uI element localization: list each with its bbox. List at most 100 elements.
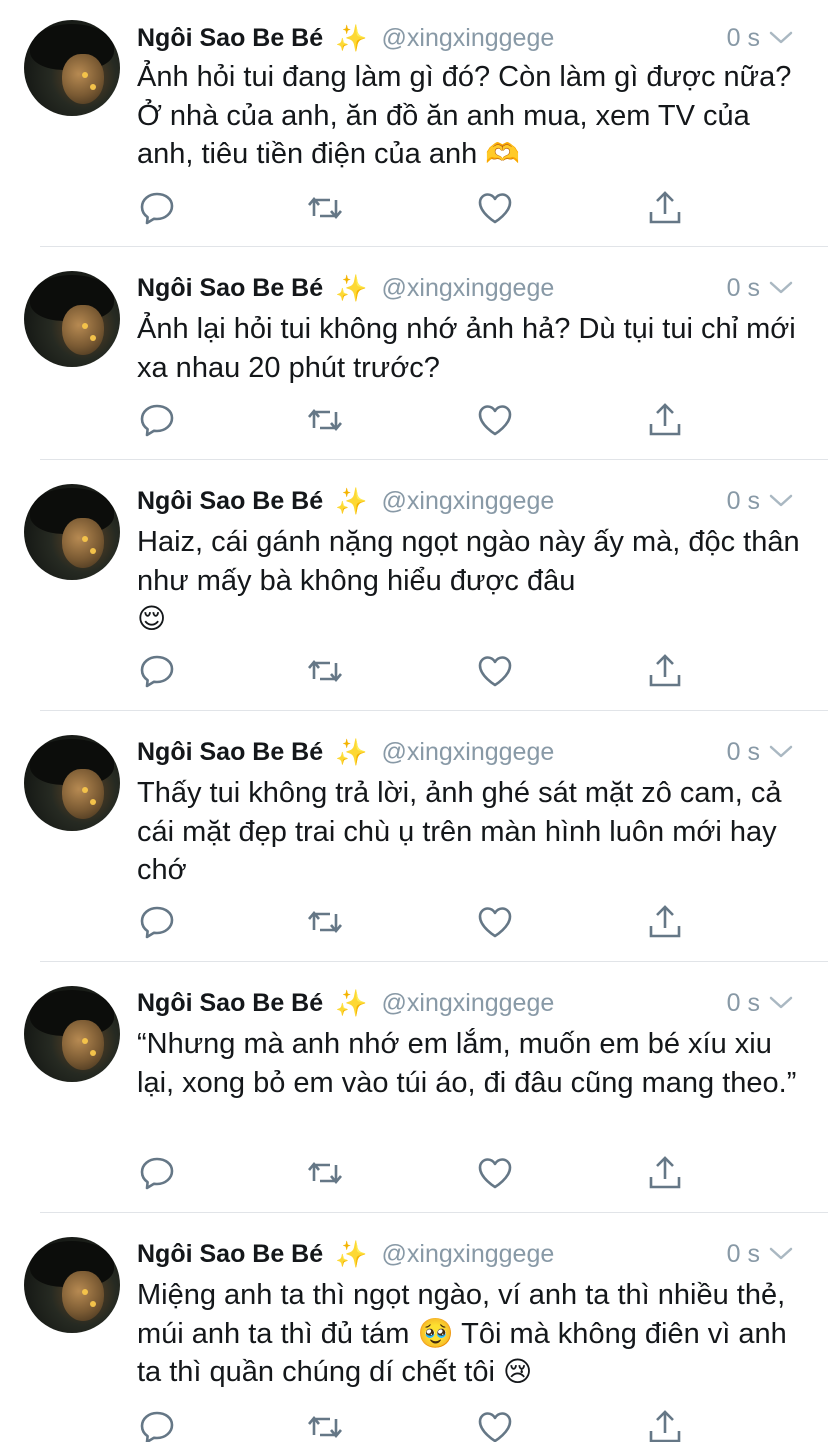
retweet-button[interactable] xyxy=(305,902,345,942)
crying-face-emoji: 😢 xyxy=(503,1356,533,1387)
share-icon xyxy=(649,1156,681,1189)
share-button[interactable] xyxy=(645,1407,685,1442)
retweet-button[interactable] xyxy=(305,188,345,228)
avatar[interactable] xyxy=(24,271,120,367)
tweet-text-container: Thấy tui không trả lời, ảnh ghé sát mặt … xyxy=(137,774,806,890)
reply-icon xyxy=(140,655,174,688)
tweet-text: Ảnh lại hỏi tui không nhớ ảnh hả? Dù tụi… xyxy=(137,313,796,384)
reply-button[interactable] xyxy=(137,1407,177,1442)
retweet-button[interactable] xyxy=(305,1407,345,1442)
retweet-button[interactable] xyxy=(305,651,345,691)
sparkle-emoji: ✨ xyxy=(335,736,368,767)
chevron-down-icon[interactable] xyxy=(768,276,794,298)
tweet[interactable]: Ngôi Sao Be Bé ✨ @xingxinggege 0 s Ảnh h… xyxy=(0,0,828,246)
reply-button[interactable] xyxy=(137,188,177,228)
share-icon xyxy=(649,905,681,938)
user-handle[interactable]: @xingxinggege xyxy=(382,989,555,1018)
heart-icon xyxy=(478,193,512,224)
like-button[interactable] xyxy=(475,1153,515,1193)
user-handle[interactable]: @xingxinggege xyxy=(382,274,555,303)
timestamp: 0 s xyxy=(726,273,760,302)
chevron-down-icon[interactable] xyxy=(768,26,794,48)
heart-icon xyxy=(478,1412,512,1442)
sparkle-emoji: ✨ xyxy=(335,22,368,53)
display-name[interactable]: Ngôi Sao Be Bé xyxy=(137,24,323,53)
retweet-icon xyxy=(308,1161,342,1185)
like-button[interactable] xyxy=(475,651,515,691)
chevron-down-icon[interactable] xyxy=(768,1242,794,1264)
reply-icon xyxy=(140,1411,174,1442)
retweet-button[interactable] xyxy=(305,400,345,440)
user-handle[interactable]: @xingxinggege xyxy=(382,1240,555,1269)
share-button[interactable] xyxy=(645,188,685,228)
display-name[interactable]: Ngôi Sao Be Bé xyxy=(137,274,323,303)
tweet-text: “Nhưng mà anh nhớ em lắm, muốn em bé xíu… xyxy=(137,1028,797,1099)
avatar[interactable] xyxy=(24,20,120,116)
tweet-actions xyxy=(137,902,697,942)
reply-button[interactable] xyxy=(137,902,177,942)
chevron-down-icon[interactable] xyxy=(768,740,794,762)
tweet-feed: Ngôi Sao Be Bé ✨ @xingxinggege 0 s Ảnh h… xyxy=(0,0,828,1442)
timestamp: 0 s xyxy=(726,486,760,515)
sparkle-emoji: ✨ xyxy=(335,1238,368,1269)
display-name[interactable]: Ngôi Sao Be Bé xyxy=(137,989,323,1018)
timestamp: 0 s xyxy=(726,1239,760,1268)
tweet[interactable]: Ngôi Sao Be Bé ✨ @xingxinggege 0 s Thấy … xyxy=(0,711,828,961)
timestamp: 0 s xyxy=(726,737,760,766)
tweet-text-container: “Nhưng mà anh nhớ em lắm, muốn em bé xíu… xyxy=(137,1025,806,1102)
retweet-button[interactable] xyxy=(305,1153,345,1193)
heart-icon xyxy=(478,656,512,687)
tweet[interactable]: Ngôi Sao Be Bé ✨ @xingxinggege 0 s Miệng… xyxy=(0,1213,828,1442)
user-handle[interactable]: @xingxinggege xyxy=(382,24,555,53)
sparkle-emoji: ✨ xyxy=(335,272,368,303)
chevron-down-icon[interactable] xyxy=(768,489,794,511)
user-handle[interactable]: @xingxinggege xyxy=(382,738,555,767)
timestamp: 0 s xyxy=(726,23,760,52)
like-button[interactable] xyxy=(475,902,515,942)
like-button[interactable] xyxy=(475,188,515,228)
tweet-text-container: Miệng anh ta thì ngọt ngào, ví anh ta th… xyxy=(137,1276,806,1392)
tweet[interactable]: Ngôi Sao Be Bé ✨ @xingxinggege 0 s Ảnh l… xyxy=(0,247,828,459)
avatar[interactable] xyxy=(24,1237,120,1333)
avatar[interactable] xyxy=(24,484,120,580)
display-name[interactable]: Ngôi Sao Be Bé xyxy=(137,1240,323,1269)
avatar[interactable] xyxy=(24,735,120,831)
avatar[interactable] xyxy=(24,986,120,1082)
retweet-icon xyxy=(308,196,342,220)
user-handle[interactable]: @xingxinggege xyxy=(382,487,555,516)
sparkle-emoji: ✨ xyxy=(335,485,368,516)
timestamp: 0 s xyxy=(726,988,760,1017)
tweet-actions xyxy=(137,651,697,691)
share-button[interactable] xyxy=(645,651,685,691)
tweet[interactable]: Ngôi Sao Be Bé ✨ @xingxinggege 0 s “Nhưn… xyxy=(0,962,828,1212)
tweet-actions xyxy=(137,188,697,228)
reply-icon xyxy=(140,1157,174,1190)
like-button[interactable] xyxy=(475,1407,515,1442)
tweet[interactable]: Ngôi Sao Be Bé ✨ @xingxinggege 0 s Haiz,… xyxy=(0,460,828,710)
share-button[interactable] xyxy=(645,400,685,440)
tweet-text-container: Ảnh hỏi tui đang làm gì đó? Còn làm gì đ… xyxy=(137,58,806,174)
retweet-icon xyxy=(308,1415,342,1439)
reply-button[interactable] xyxy=(137,1153,177,1193)
display-name[interactable]: Ngôi Sao Be Bé xyxy=(137,738,323,767)
heart-icon xyxy=(478,405,512,436)
chevron-down-icon[interactable] xyxy=(768,991,794,1013)
share-button[interactable] xyxy=(645,1153,685,1193)
tweet-actions xyxy=(137,1153,697,1193)
share-icon xyxy=(649,191,681,224)
retweet-icon xyxy=(308,408,342,432)
tweet-text: Haiz, cái gánh nặng ngọt ngào này ấy mà,… xyxy=(137,526,800,597)
share-icon xyxy=(649,654,681,687)
share-button[interactable] xyxy=(645,902,685,942)
retweet-icon xyxy=(308,659,342,683)
share-icon xyxy=(649,403,681,436)
reply-button[interactable] xyxy=(137,651,177,691)
tweet-actions xyxy=(137,1407,697,1442)
tweet-actions xyxy=(137,400,697,440)
reply-button[interactable] xyxy=(137,400,177,440)
display-name[interactable]: Ngôi Sao Be Bé xyxy=(137,487,323,516)
tweet-text-container: Ảnh lại hỏi tui không nhớ ảnh hả? Dù tụi… xyxy=(137,310,806,387)
sparkle-emoji: ✨ xyxy=(335,987,368,1018)
like-button[interactable] xyxy=(475,400,515,440)
relieved-face-emoji: 😌 xyxy=(137,603,167,634)
